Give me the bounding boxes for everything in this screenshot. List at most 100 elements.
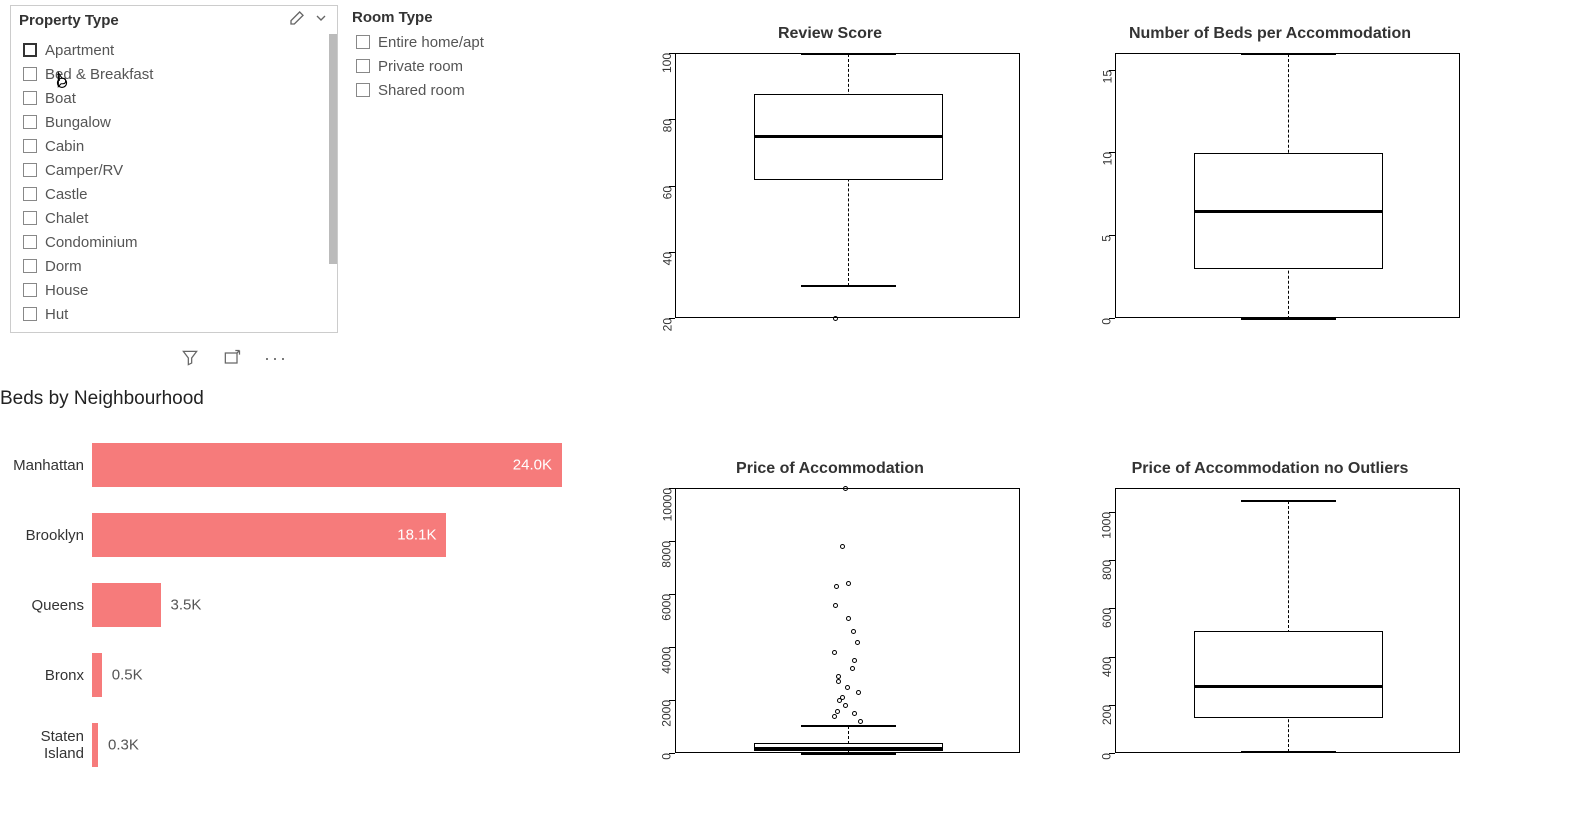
y-tick-label: 0	[660, 753, 674, 760]
boxplot-title: Number of Beds per Accommodation	[1070, 25, 1470, 43]
slicer-property-type: Property Type ApartmentBed & BreakfastBo…	[10, 5, 338, 333]
boxplot-frame	[675, 488, 1020, 753]
y-tick-label: 60	[660, 186, 674, 199]
boxplot-review_score: Review Score20406080100	[630, 25, 1030, 318]
slicer-item[interactable]: House	[19, 278, 329, 302]
boxplot-beds_per_accommodation: Number of Beds per Accommodation051015	[1070, 25, 1470, 318]
slicer-item[interactable]: Shared room	[352, 78, 592, 102]
checkbox[interactable]	[23, 163, 37, 177]
checkbox[interactable]	[23, 139, 37, 153]
boxplot-price_no_outliers: Price of Accommodation no Outliers020040…	[1070, 460, 1470, 753]
bar-fill[interactable]: 0.5K	[92, 653, 102, 697]
slicer-item[interactable]: Cabin	[19, 134, 329, 158]
slicer-title: Property Type	[19, 12, 119, 29]
boxplot-title: Review Score	[630, 25, 1030, 43]
whisker-cap	[1241, 751, 1336, 753]
slicer-item-label: Cabin	[45, 138, 84, 155]
slicer-body[interactable]: Entire home/apt Private room Shared room	[352, 30, 592, 102]
focus-mode-icon[interactable]	[222, 348, 242, 373]
outlier-point	[833, 316, 838, 321]
slicer-body[interactable]: ApartmentBed & BreakfastBoatBungalow Cabi…	[11, 34, 337, 330]
outlier-point	[843, 486, 848, 491]
checkbox[interactable]	[23, 235, 37, 249]
slicer-item-label: Castle	[45, 186, 88, 203]
y-tick-label: 8000	[660, 541, 674, 568]
slicer-item[interactable]: Bed & Breakfast	[19, 62, 329, 86]
y-tick-label: 6000	[660, 594, 674, 621]
slicer-item[interactable]: Condominium	[19, 230, 329, 254]
slicer-item[interactable]: Camper/RV	[19, 158, 329, 182]
slicer-item[interactable]: Boat	[19, 86, 329, 110]
slicer-item[interactable]: Hut	[19, 302, 329, 326]
bar-row: Bronx0.5K	[0, 640, 580, 710]
slicer-item[interactable]: Castle	[19, 182, 329, 206]
bar-fill[interactable]: 3.5K	[92, 583, 161, 627]
bar-value-label: 24.0K	[513, 457, 552, 474]
outlier-point	[834, 584, 839, 589]
slicer-item[interactable]: Entire home/apt	[352, 30, 592, 54]
eraser-icon[interactable]	[289, 10, 305, 30]
bar-row: Brooklyn18.1K	[0, 500, 580, 570]
checkbox[interactable]	[23, 67, 37, 81]
slicer-item[interactable]: Bungalow	[19, 110, 329, 134]
slicer-item-label: Camper/RV	[45, 162, 123, 179]
y-tick-label: 600	[1100, 608, 1114, 628]
whisker-cap	[801, 753, 896, 755]
outlier-point	[833, 603, 838, 608]
outlier-point	[832, 650, 837, 655]
bar-category-label: Queens	[0, 597, 92, 614]
slicer-item[interactable]: Lighthouse	[19, 326, 329, 330]
y-tick-label: 20	[660, 318, 674, 331]
whisker-cap	[1241, 318, 1336, 320]
bar-fill[interactable]: 18.1K	[92, 513, 446, 557]
median-line	[1194, 685, 1384, 688]
checkbox[interactable]	[356, 83, 370, 97]
outlier-point	[851, 629, 856, 634]
y-tick-label: 100	[660, 53, 674, 73]
y-tick-label: 2000	[660, 700, 674, 727]
outlier-point	[855, 640, 860, 645]
y-tick-label: 0	[1100, 318, 1114, 325]
outlier-point	[852, 658, 857, 663]
outlier-point	[856, 690, 861, 695]
bar-category-label: Staten Island	[0, 728, 92, 762]
chevron-down-icon[interactable]	[313, 10, 329, 30]
checkbox[interactable]	[23, 43, 37, 57]
slicer-item[interactable]: Dorm	[19, 254, 329, 278]
checkbox[interactable]	[23, 211, 37, 225]
y-tick-label: 40	[660, 252, 674, 265]
outlier-point	[836, 674, 841, 679]
boxplot-title: Price of Accommodation no Outliers	[1070, 460, 1470, 478]
checkbox[interactable]	[23, 115, 37, 129]
slicer-item-label: Private room	[378, 58, 463, 75]
outlier-point	[835, 709, 840, 714]
bar-row: Manhattan24.0K	[0, 430, 580, 500]
bar-fill[interactable]: 0.3K	[92, 723, 98, 767]
bar-fill[interactable]: 24.0K	[92, 443, 562, 487]
outlier-point	[846, 616, 851, 621]
y-tick-label: 200	[1100, 705, 1114, 725]
outlier-point	[836, 679, 841, 684]
checkbox[interactable]	[23, 91, 37, 105]
checkbox[interactable]	[23, 187, 37, 201]
scrollbar[interactable]	[329, 34, 337, 264]
checkbox[interactable]	[356, 35, 370, 49]
y-tick-label: 0	[1100, 753, 1114, 760]
y-tick-label: 400	[1100, 657, 1114, 677]
median-line	[1194, 210, 1384, 213]
whisker-cap	[801, 285, 896, 287]
slicer-item[interactable]: Chalet	[19, 206, 329, 230]
more-options-icon[interactable]: ···	[264, 348, 288, 373]
checkbox[interactable]	[23, 307, 37, 321]
visual-toolbar: ···	[180, 348, 288, 373]
slicer-item-label: Chalet	[45, 210, 88, 227]
checkbox[interactable]	[356, 59, 370, 73]
y-tick-label: 80	[660, 119, 674, 132]
slicer-item[interactable]: Apartment	[19, 38, 329, 62]
slicer-item[interactable]: Private room	[352, 54, 592, 78]
filter-icon[interactable]	[180, 348, 200, 373]
outlier-point	[840, 544, 845, 549]
checkbox[interactable]	[23, 283, 37, 297]
outlier-point	[843, 703, 848, 708]
checkbox[interactable]	[23, 259, 37, 273]
